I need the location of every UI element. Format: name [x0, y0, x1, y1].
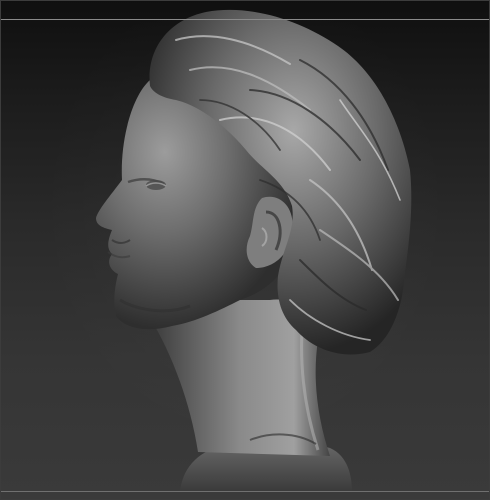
- viewport-top-guide: [0, 19, 490, 20]
- 3d-viewport[interactable]: [0, 0, 490, 500]
- viewport-bottom-guide: [0, 491, 490, 492]
- sculpted-bust-model[interactable]: [0, 0, 490, 500]
